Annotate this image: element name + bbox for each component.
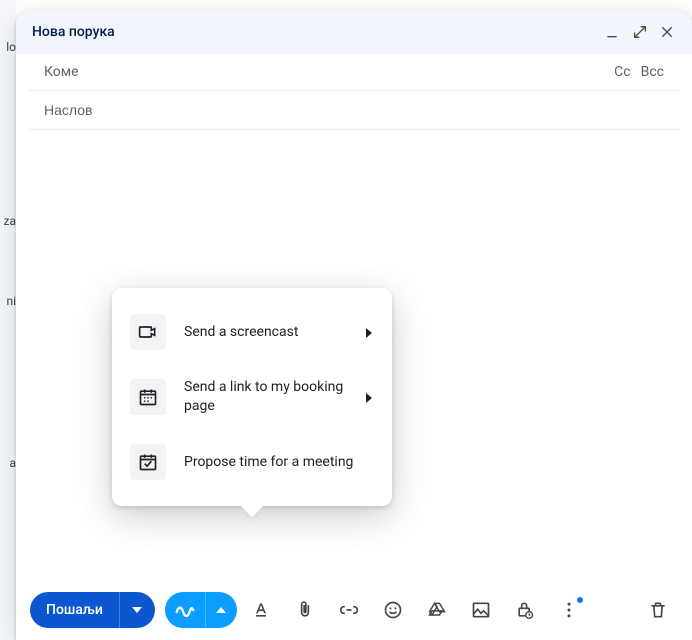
more-vertical-icon — [559, 600, 579, 620]
drive-button[interactable] — [417, 592, 457, 628]
close-button[interactable] — [654, 18, 682, 46]
emoji-icon — [383, 600, 403, 620]
popup-item-label: Send a screencast — [184, 323, 346, 342]
formatting-button[interactable] — [241, 592, 281, 628]
calendar-grid-icon — [130, 379, 166, 415]
expand-icon — [632, 24, 648, 40]
text-format-icon — [251, 600, 271, 620]
extension-button-group — [165, 592, 237, 628]
popup-item-label: Send a link to my booking page — [184, 378, 346, 416]
fullscreen-button[interactable] — [626, 18, 654, 46]
image-icon — [471, 600, 491, 620]
lock-clock-icon — [515, 600, 535, 620]
popup-item-propose-time[interactable]: Propose time for a meeting — [112, 430, 392, 494]
compose-toolbar: Пошаљи — [16, 580, 692, 640]
recipients-row[interactable]: Коме Cc Bcc — [28, 54, 680, 91]
send-button[interactable]: Пошаљи — [30, 592, 119, 628]
extension-logo-icon — [174, 599, 196, 621]
background-sidebar-fragment: lo za ni a — [0, 0, 16, 640]
popup-item-booking[interactable]: Send a link to my booking page — [112, 364, 392, 430]
send-button-group: Пошаљи — [30, 592, 155, 628]
trash-icon — [648, 600, 668, 620]
bcc-toggle[interactable]: Bcc — [641, 64, 664, 80]
cc-toggle[interactable]: Cc — [614, 64, 630, 80]
extension-popup: Send a screencast Send a link to my book… — [112, 288, 392, 506]
drive-icon — [427, 600, 447, 620]
send-options-button[interactable] — [119, 592, 155, 628]
subject-row — [28, 90, 680, 130]
popup-item-label: Propose time for a meeting — [184, 453, 374, 472]
subject-input[interactable] — [44, 102, 664, 118]
attach-button[interactable] — [285, 592, 325, 628]
extension-main-button[interactable] — [165, 592, 205, 628]
link-icon — [339, 600, 359, 620]
popup-item-screencast[interactable]: Send a screencast — [112, 300, 392, 364]
more-options-button[interactable] — [549, 592, 589, 628]
minimize-button[interactable] — [598, 18, 626, 46]
notification-dot-icon — [577, 597, 583, 603]
compose-window: Нова порука Коме Cc Bcc Send a screencas… — [16, 10, 692, 640]
paperclip-icon — [295, 600, 315, 620]
link-button[interactable] — [329, 592, 369, 628]
compose-body[interactable]: Send a screencast Send a link to my book… — [16, 130, 692, 580]
image-button[interactable] — [461, 592, 501, 628]
recipients-label: Коме — [44, 64, 79, 80]
close-icon — [660, 24, 676, 40]
discard-button[interactable] — [638, 592, 678, 628]
triangle-down-icon — [132, 605, 142, 615]
video-camera-icon — [130, 314, 166, 350]
triangle-up-icon — [216, 605, 226, 615]
confidential-button[interactable] — [505, 592, 545, 628]
chevron-right-icon — [364, 388, 374, 407]
compose-title: Нова порука — [32, 24, 598, 40]
compose-header: Нова порука — [16, 10, 692, 54]
emoji-button[interactable] — [373, 592, 413, 628]
calendar-check-icon — [130, 444, 166, 480]
chevron-right-icon — [364, 323, 374, 342]
minimize-icon — [604, 24, 620, 40]
extension-menu-button[interactable] — [205, 592, 237, 628]
